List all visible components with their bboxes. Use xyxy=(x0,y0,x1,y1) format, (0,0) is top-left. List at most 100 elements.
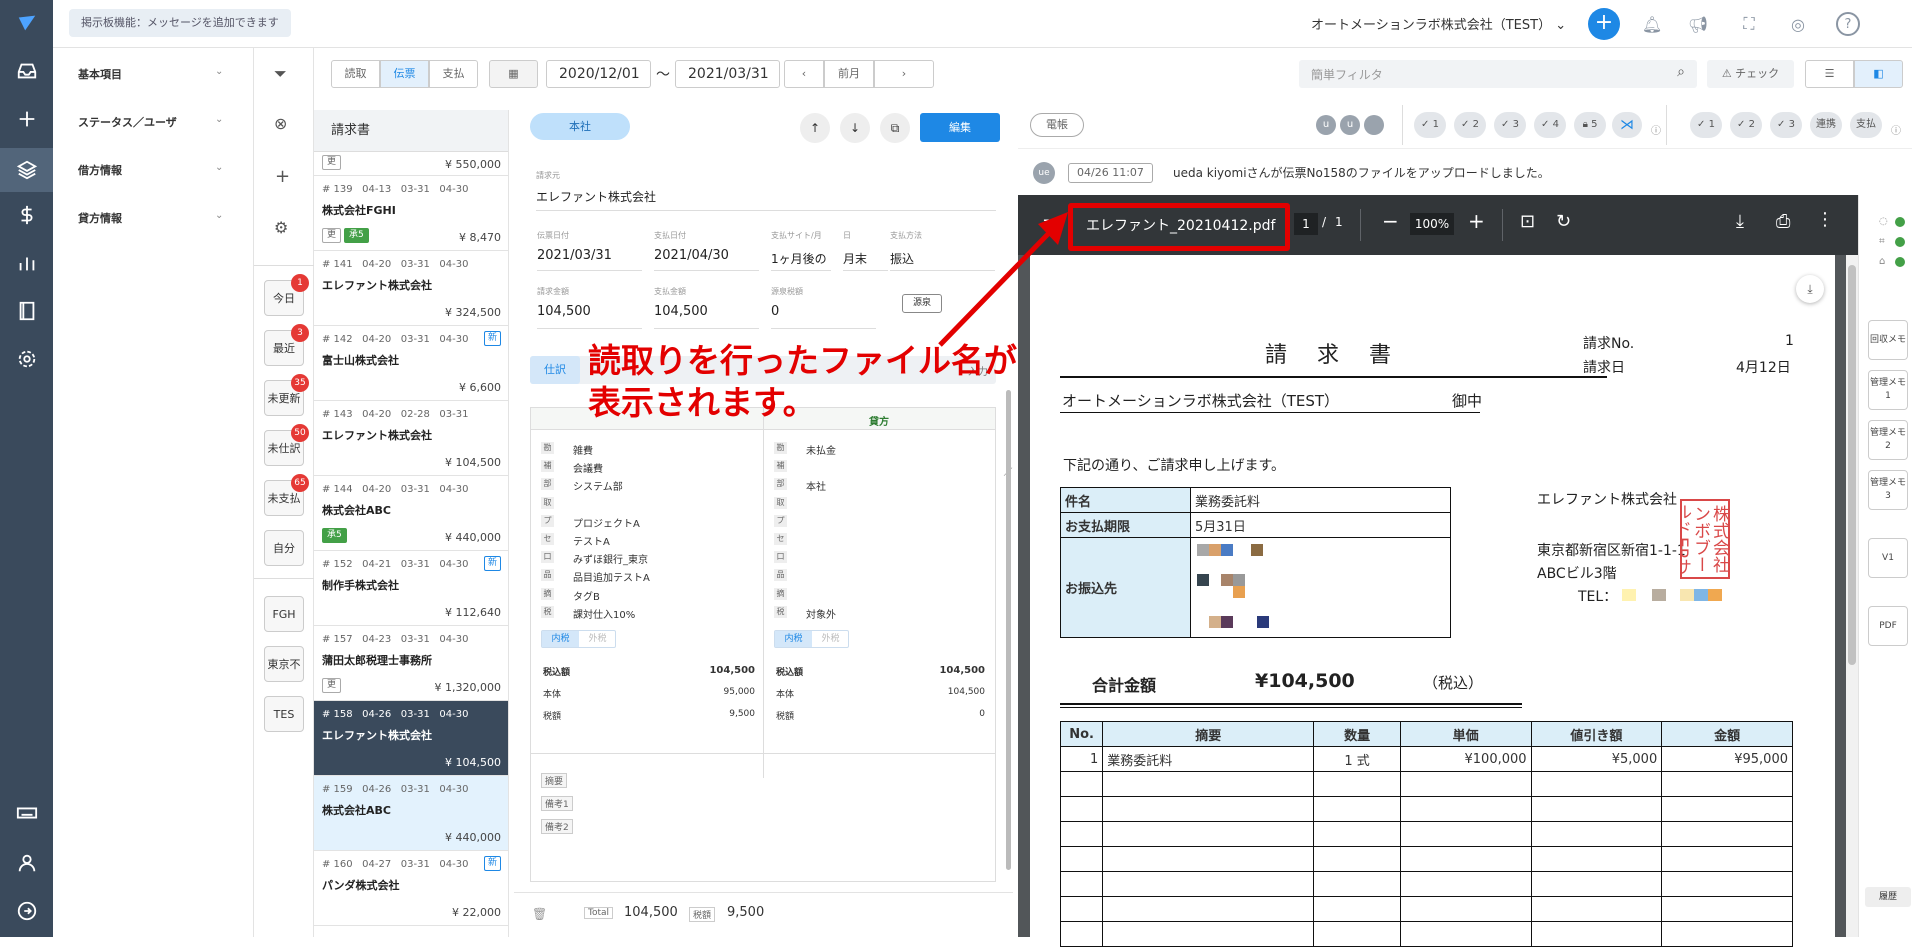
layers-icon[interactable] xyxy=(0,148,53,192)
prev-icon[interactable]: ‹ xyxy=(784,60,824,88)
filter-not-journalized[interactable]: 未仕訳 50 xyxy=(264,424,309,466)
pay-date-value[interactable]: 2021/04/30 xyxy=(654,248,729,263)
rotate-icon[interactable]: ↻ xyxy=(1556,211,1571,232)
filter-settings-icon[interactable]: ⚙ xyxy=(274,218,288,237)
info-icon[interactable]: ⓘ xyxy=(1651,122,1661,137)
prev-month-button[interactable]: 前月 xyxy=(824,60,874,88)
dollar-icon[interactable] xyxy=(14,202,40,228)
list-item[interactable]: # 144 04-20 03-31 04-30 株式会社ABC ¥ 440,000 承… xyxy=(314,476,508,551)
list-item[interactable]: # 141 04-20 03-31 04-30 エレファント株式会社 ¥ 324,5… xyxy=(314,251,508,326)
pay-day-value[interactable]: 月末 xyxy=(843,250,867,267)
download-fab-icon[interactable]: ⤓ xyxy=(1796,275,1824,303)
filter-today[interactable]: 今日 1 xyxy=(264,274,309,316)
memo-note1-chip[interactable]: 備考1 xyxy=(541,796,573,811)
book-icon[interactable] xyxy=(14,298,40,324)
filter-tag-tes[interactable]: TES xyxy=(264,696,304,732)
ledger-button[interactable]: 電帳 xyxy=(1030,113,1084,137)
avatar[interactable]: u xyxy=(1340,115,1360,135)
memo2-button[interactable]: 管理メモ2 xyxy=(1868,420,1908,460)
arrow-down-icon[interactable]: ↓ xyxy=(840,113,870,143)
check-pill[interactable]: ✓ 1 xyxy=(1414,112,1446,138)
filter-not-updated[interactable]: 未更新 35 xyxy=(264,374,309,416)
debit-field-value[interactable]: 課対仕入10% xyxy=(573,606,635,621)
fullscreen-icon[interactable]: ⛶ xyxy=(1737,12,1761,36)
logout-icon[interactable] xyxy=(14,898,40,924)
history-button[interactable]: 履歴 xyxy=(1865,887,1911,907)
list-view-icon[interactable]: ☰ xyxy=(1805,60,1854,88)
list-item[interactable]: # 152 04-21 03-31 04-30 制作手株式会社 ¥ 112,640 新 xyxy=(314,551,508,626)
credit-tax-out[interactable]: 外税 xyxy=(812,631,849,647)
help-icon[interactable]: ? xyxy=(1836,12,1860,36)
keyboard-icon[interactable] xyxy=(14,800,40,826)
check-button[interactable]: ⚠ チェック xyxy=(1707,60,1794,88)
edit-button[interactable]: 編集 xyxy=(920,113,1000,142)
filter-tag-fgh[interactable]: FGH xyxy=(264,596,304,632)
pay-amount-value[interactable]: 104,500 xyxy=(654,304,708,319)
invoice-amount-value[interactable]: 104,500 xyxy=(537,304,591,319)
debit-field-value[interactable]: テストA xyxy=(573,533,610,548)
credit-field-value[interactable]: 対象外 xyxy=(806,606,836,621)
check-pill[interactable]: 🔒︎ 5 xyxy=(1574,112,1606,138)
arrow-up-icon[interactable]: ↑ xyxy=(800,113,830,143)
payee-value[interactable]: エレファント株式会社 xyxy=(536,188,656,205)
filter-mine[interactable]: 自分 xyxy=(264,530,304,566)
chevron-down-icon[interactable]: ⌄ xyxy=(215,210,223,221)
list-item[interactable]: # 142 04-20 03-31 04-30 富士山株式会社 ¥ 6,600 新 xyxy=(314,326,508,401)
branch-pill[interactable]: 本社 xyxy=(530,113,630,140)
filter-tag-tokyo[interactable]: 東京不 xyxy=(264,646,304,682)
sidebar-item-basic[interactable]: 基本項目 xyxy=(78,66,122,82)
search-icon[interactable]: ⌕ xyxy=(1677,64,1685,80)
filter-recent[interactable]: 最近 3 xyxy=(264,324,309,366)
chart-icon[interactable] xyxy=(14,250,40,276)
avatar[interactable]: u xyxy=(1316,115,1336,135)
list-item[interactable]: # 143 04-20 02-28 03-31 エレファント株式会社 ¥ 104,5… xyxy=(314,401,508,476)
debit-field-value[interactable]: プロジェクトA xyxy=(573,515,640,530)
credit-tax-in[interactable]: 内税 xyxy=(775,631,812,647)
check-pill[interactable]: ✓ 1 xyxy=(1690,112,1722,138)
page-input[interactable]: 1 xyxy=(1294,213,1318,235)
debit-field-value[interactable]: 会議費 xyxy=(573,460,603,475)
debit-field-value[interactable]: 雑費 xyxy=(573,442,593,457)
add-filter-icon[interactable]: + xyxy=(275,166,290,187)
filter-unpaid[interactable]: 未支払 65 xyxy=(264,474,309,516)
megaphone-icon[interactable]: 📢︎ xyxy=(1686,12,1710,36)
sidebar-item-status[interactable]: ステータス／ユーザ xyxy=(78,114,177,130)
pay-site-value[interactable]: 1ヶ月後の xyxy=(771,250,827,267)
pay-method-value[interactable]: 振込 xyxy=(890,250,914,267)
logo-icon[interactable] xyxy=(14,10,40,36)
list-item[interactable]: # 139 04-13 03-31 04-30 株式会社FGHI ¥ 8,470 更承… xyxy=(314,176,508,251)
debit-field-value[interactable]: システム部 xyxy=(573,478,623,493)
zoom-in-icon[interactable]: + xyxy=(1468,209,1485,233)
list-item[interactable]: # 160 04-27 03-31 04-30 パンダ株式会社 ¥ 22,000 新 xyxy=(314,851,508,926)
withholding-value[interactable]: 0 xyxy=(771,304,779,319)
search-input[interactable]: 簡単フィルタ ⌕ xyxy=(1299,60,1697,88)
tab-shiwake[interactable]: 仕訳 xyxy=(530,356,580,384)
tab-read[interactable]: 読取 xyxy=(331,60,380,88)
funnel-icon[interactable]: ⏷ xyxy=(274,64,287,84)
clear-filter-icon[interactable]: ⊗ xyxy=(274,114,287,133)
debit-tax-out[interactable]: 外税 xyxy=(579,631,616,647)
download-icon[interactable]: ⤓ xyxy=(1736,211,1744,232)
memo1-button[interactable]: 管理メモ1 xyxy=(1868,370,1908,410)
withholding-button[interactable]: 源泉 xyxy=(902,294,942,313)
create-button[interactable]: + xyxy=(1588,8,1620,40)
zoom-input[interactable]: 100% xyxy=(1410,213,1454,235)
debit-field-value[interactable]: タグB xyxy=(573,588,600,603)
copy-icon[interactable]: ⧉ xyxy=(880,113,910,143)
credit-field-value[interactable]: 未払金 xyxy=(806,442,836,457)
trash-icon[interactable]: 🗑︎ xyxy=(532,907,547,921)
tab-voucher[interactable]: 伝票 xyxy=(380,60,429,88)
fit-page-icon[interactable]: ⊡ xyxy=(1520,211,1535,232)
sidebar-item-debit[interactable]: 借方情報 xyxy=(78,162,122,178)
pdf-scrollbar[interactable] xyxy=(1846,255,1858,937)
date-from-input[interactable]: 2020/12/01 xyxy=(546,60,651,88)
check-pill[interactable]: ✓ 3 xyxy=(1770,112,1802,138)
debit-field-value[interactable]: みずほ銀行_東京 xyxy=(573,551,648,566)
calendar-icon[interactable]: ▦ xyxy=(489,60,538,88)
check-pill[interactable]: ✓ 2 xyxy=(1454,112,1486,138)
company-selector[interactable]: オートメーションラボ株式会社（TEST） ⌄ xyxy=(1311,14,1566,33)
voucher-date-value[interactable]: 2021/03/31 xyxy=(537,248,612,263)
check-pill[interactable]: ✓ 3 xyxy=(1494,112,1526,138)
debit-tax-in[interactable]: 内税 xyxy=(542,631,579,647)
credit-field-value[interactable]: 本社 xyxy=(806,478,826,493)
